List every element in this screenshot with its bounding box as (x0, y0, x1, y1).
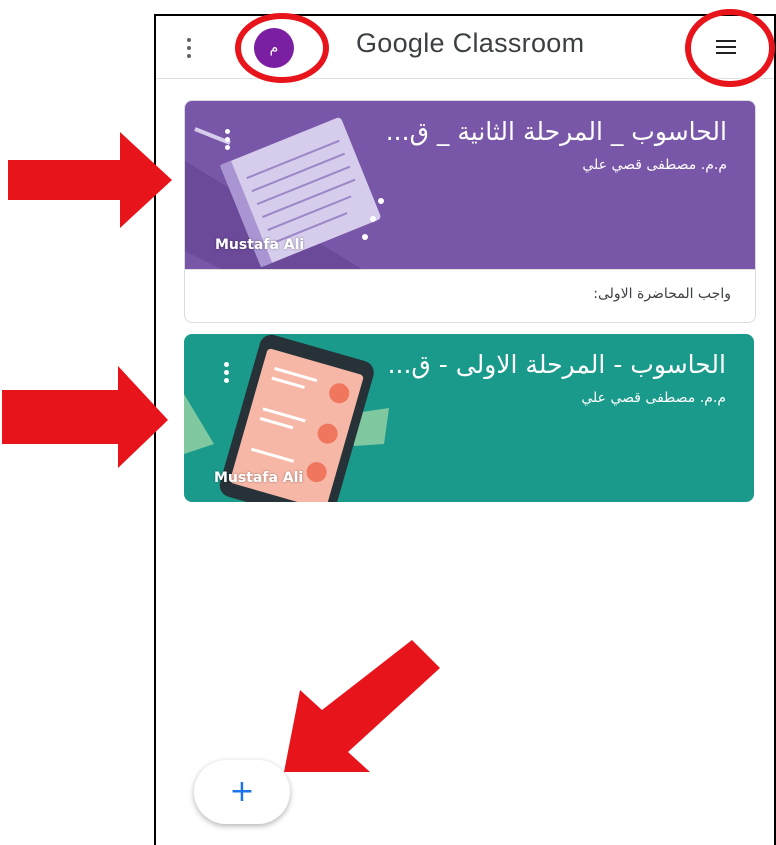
arrow-right-icon (2, 366, 168, 468)
class-card-header[interactable]: الحاسوب _ المرحلة الثانية _ ق... م.م. مص… (185, 101, 755, 269)
class-card[interactable]: الحاسوب _ المرحلة الثانية _ ق... م.م. مص… (184, 100, 756, 323)
class-teacher: م.م. مصطفى قصي علي (581, 390, 726, 406)
class-title[interactable]: الحاسوب _ المرحلة الثانية _ ق... (386, 117, 727, 146)
class-owner: Mustafa Ali (214, 470, 304, 486)
class-card[interactable]: الحاسوب - المرحلة الاولى - ق... م.م. مصط… (184, 334, 754, 502)
app-bar: م Google Classroom (156, 16, 774, 79)
more-vert-icon[interactable] (184, 36, 194, 62)
arrow-right-icon (8, 132, 172, 228)
app-title: Google Classroom (356, 28, 585, 58)
class-teacher: م.م. مصطفى قصي علي (582, 157, 727, 173)
class-options-icon[interactable] (223, 129, 231, 153)
assignment-due[interactable]: واجب المحاضرة الاولى: (593, 286, 731, 302)
class-card-header[interactable]: الحاسوب - المرحلة الاولى - ق... م.م. مصط… (184, 334, 754, 502)
class-owner: Mustafa Ali (215, 237, 305, 253)
add-class-button[interactable]: + (194, 760, 290, 824)
class-options-icon[interactable] (222, 362, 230, 386)
class-title[interactable]: الحاسوب - المرحلة الاولى - ق... (388, 350, 726, 379)
classroom-app-screen: م Google Classroom الحاسوب _ المرحلة الث… (154, 14, 776, 845)
class-card-footer[interactable]: واجب المحاضرة الاولى: (185, 269, 755, 322)
hamburger-menu-icon[interactable] (716, 40, 736, 54)
avatar[interactable]: م (254, 28, 294, 68)
